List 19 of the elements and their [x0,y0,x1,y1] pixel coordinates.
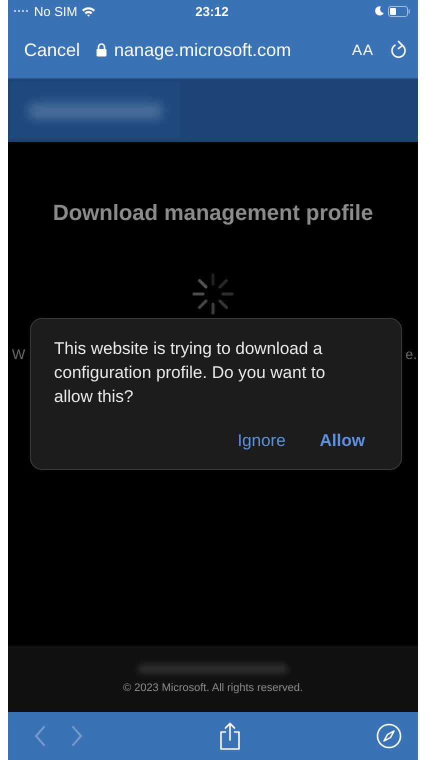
body-text: e. [405,346,417,362]
wifi-icon [81,6,96,16]
carrier-label: No SIM [34,4,78,18]
moon-icon [375,6,384,16]
status-time: 23:12 [195,4,229,18]
allow-button[interactable]: Allow [320,431,365,451]
text-size-button[interactable]: AA [352,42,374,58]
copyright-text: © 2023 Microsoft. All rights reserved. [123,682,303,694]
battery-icon [388,6,410,16]
lock-icon [96,43,108,57]
page-title: Download management profile [52,200,374,226]
share-icon[interactable] [218,722,241,750]
ignore-button[interactable]: Ignore [237,431,286,451]
url-text[interactable]: nanage.microsoft.com [114,40,292,60]
reload-icon[interactable] [390,40,408,60]
dialog-message: This website is trying to download a configuration profile. Do you want to allow this? [54,338,326,408]
cancel-button[interactable]: Cancel [24,40,80,60]
body-text: W [12,346,26,362]
compass-icon[interactable] [376,723,402,749]
